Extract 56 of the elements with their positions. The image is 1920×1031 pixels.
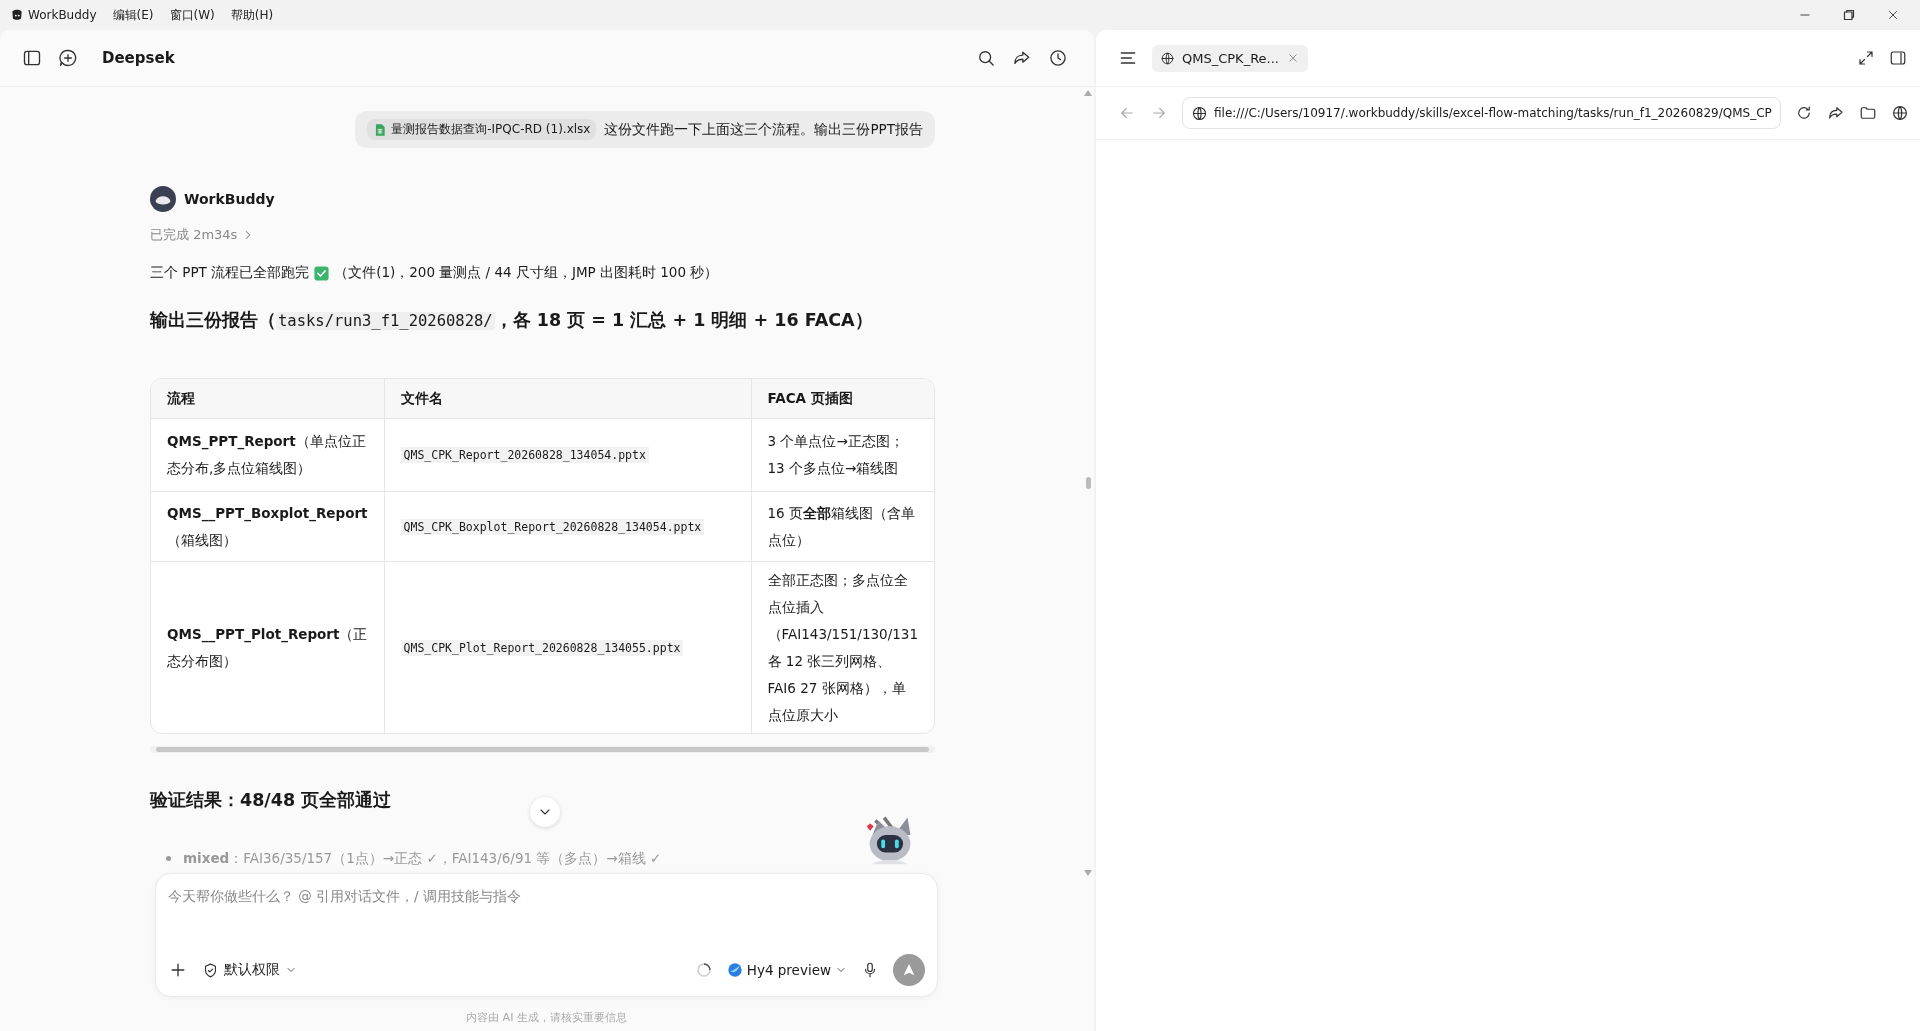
completion-status[interactable]: 已完成 2m34s <box>150 226 256 244</box>
menu-item[interactable]: 帮助(H) <box>230 6 274 24</box>
globe-icon <box>1191 104 1208 122</box>
message-input[interactable]: 今天帮你做些什么？ @ 引用对话文件，/ 调用技能与指令 默认权限 Hy4 preview <box>155 873 938 997</box>
section-heading: 验证结果：48/48 页全部通过 <box>150 789 393 812</box>
attachment-name: 量测报告数据查询-IPQC-RD (1).xlsx <box>391 121 591 138</box>
disclaimer-text: 内容由 AI 生成，请核实重要信息 <box>465 1010 628 1025</box>
new-chat-icon[interactable] <box>58 48 78 68</box>
bullet-text: mixed：FAI36/35/157（1点）→正态 ✓，FAI143/6/91 等（多点）→箱线 ✓ <box>183 849 662 868</box>
app-logo-icon <box>10 8 24 22</box>
bullet-icon <box>166 855 171 861</box>
globe-icon <box>1160 50 1175 66</box>
horizontal-scrollbar[interactable] <box>150 746 935 753</box>
share-icon[interactable] <box>1826 104 1845 122</box>
send-button[interactable] <box>893 954 925 986</box>
table-cell: QMS__PPT_Plot_Report（正态分布图） <box>151 561 385 733</box>
browser-tab[interactable]: QMS_CPK_Re... <box>1152 44 1308 72</box>
loading-spinner-icon <box>694 961 713 979</box>
table-cell: QMS_PPT_Report（单点位正态分布,多点位箱线图） <box>151 418 385 492</box>
summary-text: 三个 PPT 流程已全部跑完 <box>150 264 310 282</box>
scroll-thumb[interactable] <box>1085 477 1091 489</box>
globe-icon[interactable] <box>1890 104 1909 122</box>
table-cell: QMS__PPT_Boxplot_Report（箱线图） <box>151 491 385 562</box>
chat-title: Deepsek <box>102 49 175 67</box>
model-dropdown[interactable]: Hy4 preview <box>726 962 847 978</box>
address-bar[interactable]: file:///C:/Users/10917/.workbuddy/skills/excel-flow-matching/tasks/run_f1_20260829/QMS_CP <box>1182 97 1781 129</box>
permission-dropdown[interactable]: 默认权限 <box>202 961 297 979</box>
message-text: 这份文件跑一下上面这三个流程。输出三份PPT报告 <box>604 120 923 139</box>
menu-item[interactable]: 编辑(E) <box>112 6 154 24</box>
avatar-icon <box>150 186 176 212</box>
file-name: QMS_CPK_Boxplot_Report_20260828_134054.pptx <box>400 518 705 535</box>
panel-icon[interactable] <box>1888 49 1907 67</box>
spreadsheet-icon <box>373 121 388 138</box>
shield-icon <box>202 961 219 979</box>
search-icon[interactable] <box>976 48 996 68</box>
attachment-chip[interactable]: 量测报告数据查询-IPQC-RD (1).xlsx <box>367 119 597 140</box>
summary-text: （文件(1)，200 量测点 / 44 尺寸组，JMP 出图耗时 100 秒） <box>334 264 719 282</box>
sidebar-icon[interactable] <box>22 48 42 68</box>
table-cell: 全部正态图；多点位全点位插入（FAI143/151/130/131 各 12 张三列网格、FAI6 27 张网格），单点位原大小 <box>751 561 934 733</box>
column-header: 流程 <box>151 379 385 419</box>
file-name: QMS_CPK_Plot_Report_20260828_134055.pptx <box>400 639 684 656</box>
section-heading: 输出三份报告（tasks/run3_f1_20260828/，各 18 页 = 1 汇总 + 1 明细 + 16 FACA） <box>150 309 874 332</box>
table-cell: 16 页全部箱线图（含单点位） <box>751 491 934 562</box>
file-name: QMS_CPK_Report_20260828_134054.pptx <box>400 447 649 463</box>
history-icon[interactable] <box>1048 48 1068 68</box>
expand-icon[interactable] <box>1856 49 1875 67</box>
assistant-name: WorkBuddy <box>184 191 275 207</box>
menu-item[interactable]: 窗口(W) <box>169 6 215 24</box>
checkmark-icon <box>313 264 331 282</box>
app-name: WorkBuddy <box>28 8 97 22</box>
model-logo-icon <box>726 962 743 978</box>
table-cell: 3 个单点位→正态图；13 个多点位→箱线图 <box>751 418 934 492</box>
folder-icon[interactable] <box>1858 104 1877 122</box>
column-header: 文件名 <box>384 379 752 419</box>
send-icon <box>901 962 917 978</box>
column-header: FACA 页插图 <box>751 379 934 419</box>
